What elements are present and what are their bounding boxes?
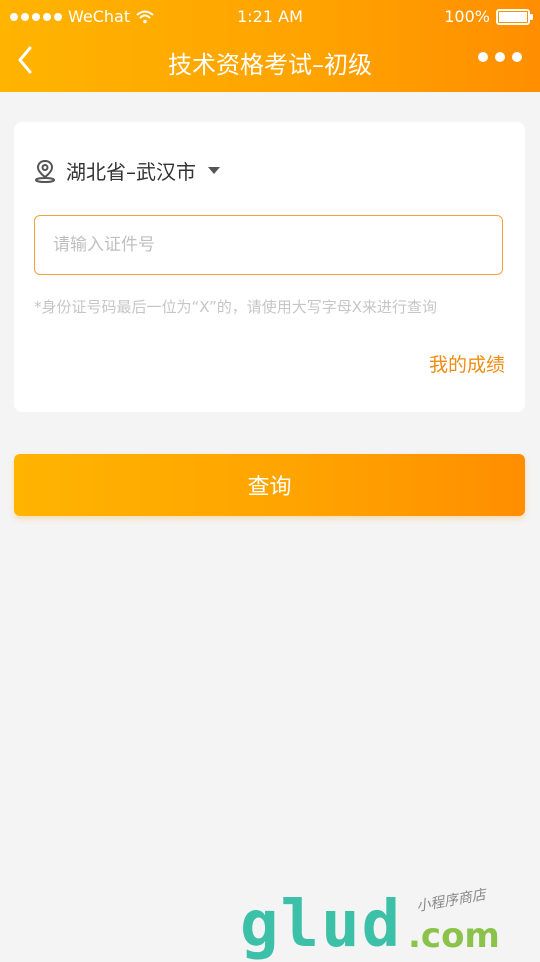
status-right: 100%	[444, 7, 533, 26]
watermark-logo-text: glud	[240, 888, 403, 962]
caret-down-icon	[208, 167, 220, 174]
id-number-input[interactable]	[34, 215, 503, 275]
id-hint-text: *身份证号码最后一位为“X”的，请使用大写字母X来进行查询	[34, 298, 437, 316]
my-score-link[interactable]: 我的成绩	[429, 350, 505, 377]
query-card: 湖北省–武汉市 *身份证号码最后一位为“X”的，请使用大写字母X来进行查询 我的…	[14, 122, 525, 412]
page-title: 技术资格考试–初级	[168, 51, 372, 79]
watermark-domain: .com	[408, 916, 500, 956]
query-button[interactable]: 查询	[14, 454, 525, 516]
header-bar: WeChat 1:21 AM 100% 技术资格考试–初级	[0, 0, 540, 92]
location-selector[interactable]: 湖北省–武汉市	[34, 156, 220, 185]
status-bar: WeChat 1:21 AM 100%	[0, 0, 540, 32]
battery-label: 100%	[444, 7, 490, 26]
location-text: 湖北省–武汉市	[66, 160, 196, 184]
more-menu-icon[interactable]	[478, 52, 522, 62]
battery-icon	[496, 8, 533, 25]
location-pin-icon	[35, 159, 55, 183]
watermark-tagline: 小程序商店	[415, 887, 488, 915]
nav-bar: 技术资格考试–初级	[0, 32, 540, 92]
watermark-logo: glud .com 小程序商店	[240, 882, 540, 962]
